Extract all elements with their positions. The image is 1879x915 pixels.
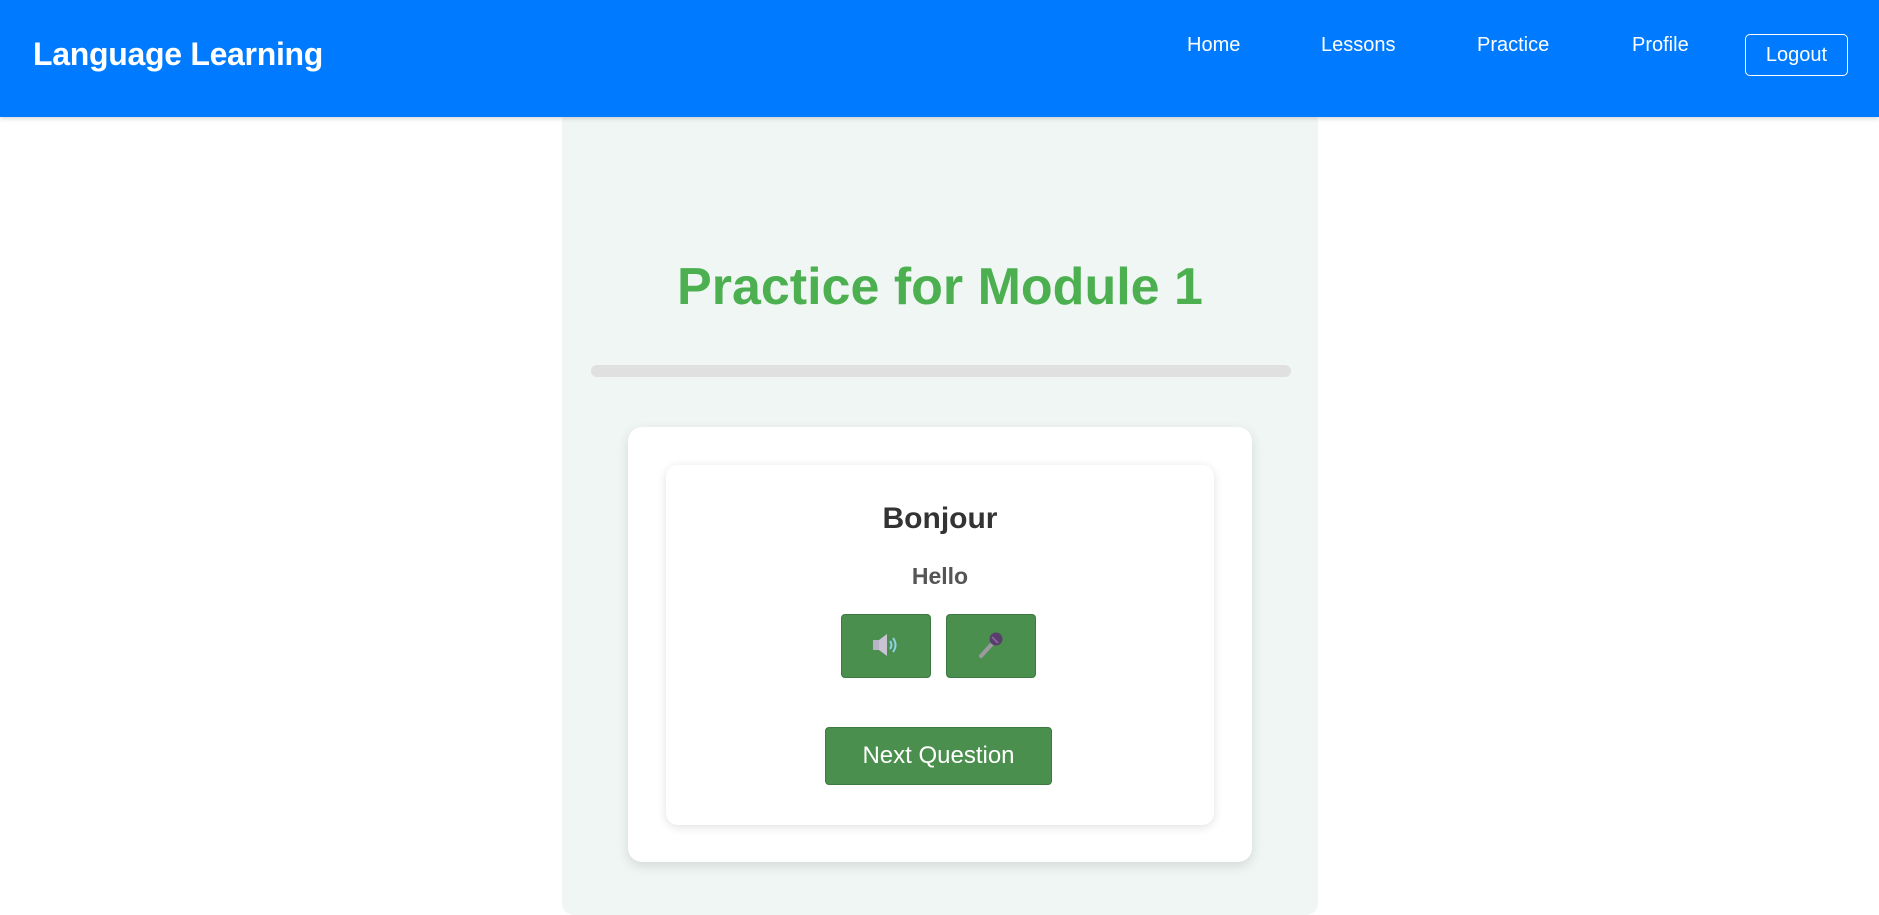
flashcard: Bonjour Hello Next Question [666, 465, 1214, 825]
play-audio-button[interactable] [841, 614, 931, 678]
top-navbar: Language Learning Home Lessons Practice … [0, 0, 1879, 117]
microphone-icon [975, 629, 1007, 664]
nav-link-home[interactable]: Home [1187, 34, 1240, 57]
speaker-icon [870, 631, 902, 662]
progress-bar [591, 365, 1291, 377]
brand-logo[interactable]: Language Learning [33, 36, 323, 73]
nav-link-practice[interactable]: Practice [1477, 34, 1549, 57]
page-title: Practice for Module 1 [677, 258, 1203, 316]
practice-card-container: Bonjour Hello Next Question [628, 427, 1252, 862]
record-voice-button[interactable] [946, 614, 1036, 678]
nav-link-lessons[interactable]: Lessons [1321, 34, 1396, 57]
flashcard-word: Bonjour [882, 502, 998, 535]
nav-link-profile[interactable]: Profile [1632, 34, 1689, 57]
practice-panel: Practice for Module 1 Bonjour Hello Next… [562, 110, 1318, 915]
flashcard-translation: Hello [911, 563, 969, 589]
logout-button[interactable]: Logout [1745, 34, 1848, 76]
next-question-button[interactable]: Next Question [825, 727, 1052, 785]
